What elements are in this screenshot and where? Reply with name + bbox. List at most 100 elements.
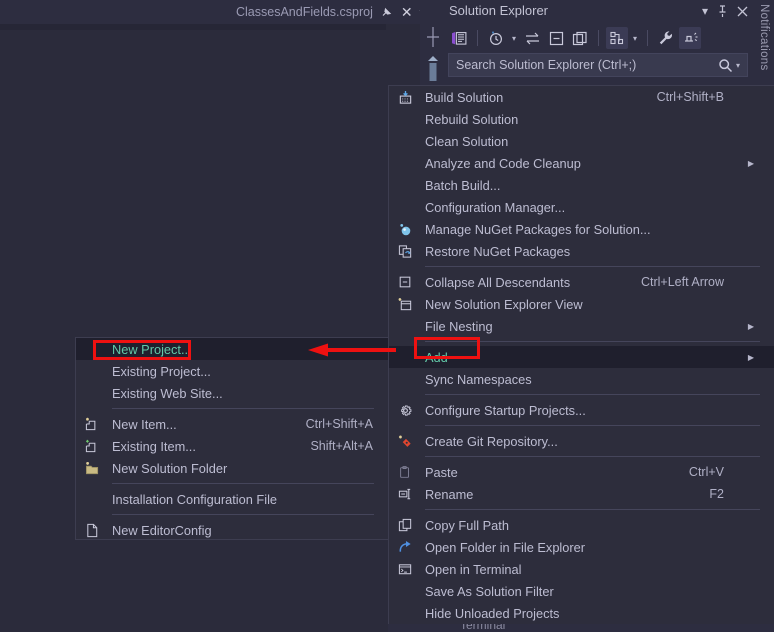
add-item-new-project[interactable]: New Project...: [76, 338, 388, 360]
document-tab[interactable]: ClassesAndFields.csproj ✕ ▾: [228, 0, 451, 24]
no-icon: [81, 360, 103, 382]
add-item-existing-item[interactable]: Existing Item... Shift+Alt+A: [76, 435, 388, 457]
pin-tab-icon[interactable]: [380, 5, 394, 19]
no-icon: [394, 602, 416, 624]
add-submenu: New Project... Existing Project... Exist…: [75, 337, 388, 540]
menu-item-label: New Item...: [112, 416, 177, 432]
menu-item-label: Create Git Repository...: [425, 433, 558, 449]
ctx-item-analyze-and-code-cleanup[interactable]: Analyze and Code Cleanup ▶: [389, 152, 774, 174]
menu-item-label: Copy Full Path: [425, 517, 509, 533]
add-item-existing-web-site[interactable]: Existing Web Site...: [76, 382, 388, 404]
menu-item-label: Add: [425, 349, 448, 365]
close-icon[interactable]: [737, 6, 748, 17]
document-tab-title: ClassesAndFields.csproj: [236, 5, 373, 19]
ctx-item-batch-build[interactable]: Batch Build...: [389, 174, 774, 196]
menu-item-label: Restore NuGet Packages: [425, 243, 571, 259]
ctx-item-save-as-solution-filter[interactable]: Save As Solution Filter: [389, 580, 774, 602]
solution-explorer-header-buttons: ▾: [702, 2, 748, 20]
no-icon: [81, 382, 103, 404]
search-icon[interactable]: [718, 58, 736, 73]
collapse-all-icon[interactable]: [545, 27, 567, 49]
add-item-new-item[interactable]: New Item... Ctrl+Shift+A: [76, 413, 388, 435]
ctx-item-paste[interactable]: Paste Ctrl+V: [389, 461, 774, 483]
ctx-item-new-solution-explorer-view[interactable]: New Solution Explorer View: [389, 293, 774, 315]
git-repo-icon: [394, 430, 416, 452]
menu-item-label: Existing Project...: [112, 363, 211, 379]
ctx-item-clean-solution[interactable]: Clean Solution: [389, 130, 774, 152]
copy-icon: [394, 514, 416, 536]
paste-icon: [394, 461, 416, 483]
properties-icon[interactable]: [655, 27, 677, 49]
solution-context-menu: Build Solution Ctrl+Shift+B Rebuild Solu…: [388, 85, 774, 632]
pending-changes-icon[interactable]: [485, 27, 507, 49]
ctx-item-open-folder-in-file-explorer[interactable]: Open Folder in File Explorer: [389, 536, 774, 558]
menu-item-label: Analyze and Code Cleanup: [425, 155, 581, 171]
restore-nuget-icon: [394, 240, 416, 262]
add-item-new-solution-folder[interactable]: New Solution Folder: [76, 457, 388, 479]
menu-separator: [425, 425, 760, 426]
ctx-item-configuration-manager[interactable]: Configuration Manager...: [389, 196, 774, 218]
solution-explorer-title: Solution Explorer: [449, 3, 548, 18]
menu-item-shortcut: Ctrl+Left Arrow: [640, 275, 724, 289]
ctx-item-copy-full-path[interactable]: Copy Full Path: [389, 514, 774, 536]
menu-item-label: Batch Build...: [425, 177, 501, 193]
ctx-item-add[interactable]: Add ▶: [389, 346, 774, 368]
search-input[interactable]: Search Solution Explorer (Ctrl+;) ▾: [448, 53, 748, 77]
ctx-item-build-solution[interactable]: Build Solution Ctrl+Shift+B: [389, 86, 774, 108]
ctx-item-sync-namespaces[interactable]: Sync Namespaces: [389, 368, 774, 390]
submenu-arrow-icon: ▶: [747, 352, 754, 362]
view-dropdown-caret-icon[interactable]: ▾: [630, 34, 640, 43]
no-icon: [394, 315, 416, 337]
view-dropdown-icon[interactable]: [606, 27, 628, 49]
ctx-item-configure-startup-projects[interactable]: Configure Startup Projects...: [389, 399, 774, 421]
ctx-item-restore-nuget-packages[interactable]: Restore NuGet Packages: [389, 240, 774, 262]
add-item-installation-configuration-file[interactable]: Installation Configuration File: [76, 488, 388, 510]
menu-separator: [425, 509, 760, 510]
menu-item-shortcut: F2: [709, 487, 724, 501]
show-all-files-icon[interactable]: [569, 27, 591, 49]
submenu-arrow-icon: ▶: [747, 321, 754, 331]
menu-item-label: File Nesting: [425, 318, 493, 334]
new-folder-icon: [81, 457, 103, 479]
pending-changes-dropdown-icon[interactable]: ▾: [509, 34, 519, 43]
menu-separator: [112, 514, 374, 515]
terminal-panel-label: Terminal: [460, 624, 506, 632]
no-icon: [394, 152, 416, 174]
panel-splitter-handle[interactable]: [425, 25, 441, 81]
ctx-item-manage-nuget-packages-for-solution[interactable]: Manage NuGet Packages for Solution...: [389, 218, 774, 240]
sync-with-active-document-icon[interactable]: [521, 27, 543, 49]
notifications-label: Notifications: [758, 4, 770, 71]
submenu-arrow-icon: ▶: [747, 158, 754, 168]
menu-item-label: Manage NuGet Packages for Solution...: [425, 221, 651, 237]
ctx-item-rebuild-solution[interactable]: Rebuild Solution: [389, 108, 774, 130]
add-item-new-editorconfig[interactable]: New EditorConfig: [76, 519, 388, 541]
no-icon: [394, 108, 416, 130]
ctx-item-hide-unloaded-projects[interactable]: Hide Unloaded Projects: [389, 602, 774, 624]
preview-selected-items-icon[interactable]: [679, 27, 701, 49]
search-dropdown-icon[interactable]: ▾: [736, 61, 747, 70]
pin-icon[interactable]: [717, 4, 728, 18]
editorconfig-icon: [81, 519, 103, 541]
ctx-item-collapse-all-descendants[interactable]: Collapse All Descendants Ctrl+Left Arrow: [389, 271, 774, 293]
menu-item-shortcut: Shift+Alt+A: [310, 439, 373, 453]
menu-separator: [112, 483, 374, 484]
menu-item-shortcut: Ctrl+Shift+A: [305, 417, 373, 431]
window-dropdown-icon[interactable]: ▾: [702, 2, 708, 20]
add-item-existing-project[interactable]: Existing Project...: [76, 360, 388, 382]
menu-item-label: Save As Solution Filter: [425, 583, 554, 599]
close-tab-icon[interactable]: ✕: [401, 5, 413, 19]
ctx-item-rename[interactable]: Rename F2: [389, 483, 774, 505]
nuget-icon: [394, 218, 416, 240]
menu-item-label: Paste: [425, 464, 458, 480]
terminal-panel-sliver[interactable]: Terminal: [388, 624, 774, 632]
new-view-icon: [394, 293, 416, 315]
ctx-item-create-git-repository[interactable]: Create Git Repository...: [389, 430, 774, 452]
no-icon: [394, 174, 416, 196]
gear-icon: [394, 399, 416, 421]
menu-item-label: Build Solution: [425, 89, 504, 105]
menu-item-shortcut: Ctrl+V: [688, 465, 724, 479]
ctx-item-file-nesting[interactable]: File Nesting ▶: [389, 315, 774, 337]
vs-home-icon[interactable]: [448, 27, 470, 49]
ctx-item-open-in-terminal[interactable]: Open in Terminal: [389, 558, 774, 580]
existing-item-icon: [81, 435, 103, 457]
